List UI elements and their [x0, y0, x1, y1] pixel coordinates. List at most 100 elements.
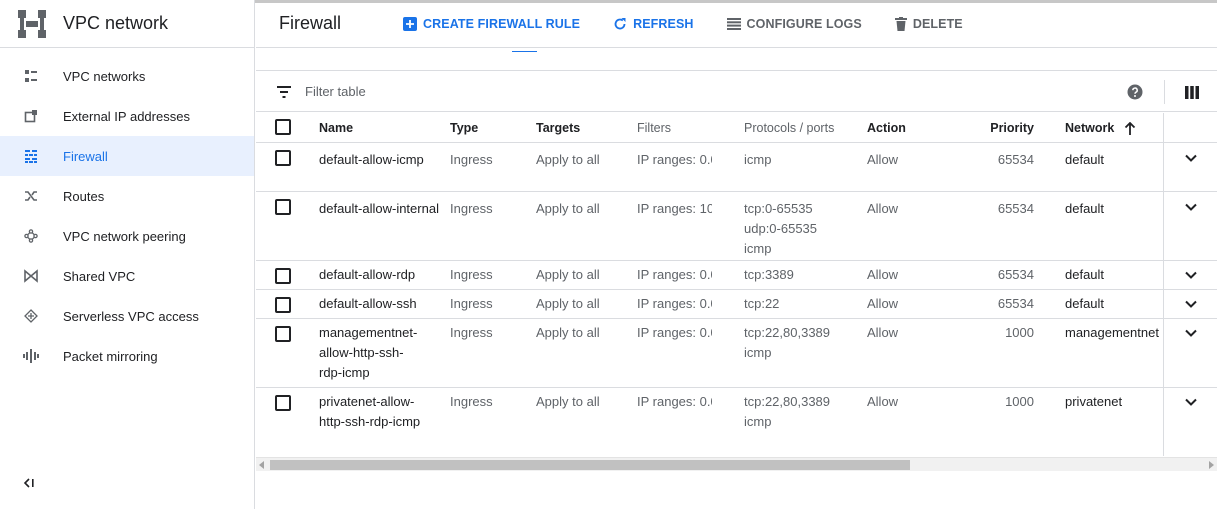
rule-targets: Apply to all: [536, 201, 600, 216]
external-ip-icon: [22, 107, 40, 125]
trash-icon: [894, 16, 907, 31]
rule-type: Ingress: [450, 201, 493, 216]
column-display-options-icon[interactable]: [1185, 86, 1199, 99]
sidebar-item-label: Serverless VPC access: [63, 308, 199, 324]
sort-ascending-icon: [1124, 122, 1135, 136]
routes-icon: [22, 187, 40, 205]
rule-network: default: [1065, 296, 1105, 311]
sidebar-item-shared-vpc[interactable]: Shared VPC: [0, 256, 254, 296]
expand-row-icon[interactable]: [1184, 326, 1198, 340]
sidebar-item-vpc-peering[interactable]: VPC network peering: [0, 216, 254, 256]
row-checkbox[interactable]: [275, 199, 291, 215]
column-header-action[interactable]: Action: [867, 113, 906, 138]
rule-action: Allow: [867, 394, 899, 409]
rule-action: Allow: [867, 201, 899, 216]
add-box-icon: [403, 16, 417, 31]
rule-name: default-allow-icmp: [319, 152, 424, 167]
row-checkbox[interactable]: [275, 150, 291, 166]
scrollbar-thumb[interactable]: [270, 460, 910, 470]
sidebar-item-label: VPC network peering: [63, 228, 186, 244]
expand-row-icon[interactable]: [1184, 268, 1198, 282]
filter-icon[interactable]: [276, 84, 292, 100]
row-checkbox[interactable]: [275, 268, 291, 284]
vpc-networks-icon: [22, 67, 40, 85]
scrolled-info-text: [256, 48, 1217, 71]
table-row[interactable]: privatenet-allow-http-ssh-rdp-icmp Ingre…: [256, 388, 1217, 457]
table-row[interactable]: default-allow-icmp Ingress Apply to all …: [256, 143, 1217, 192]
rule-protocols: tcp:22,80,3389 icmp: [744, 325, 831, 360]
rule-protocols: tcp:22: [744, 296, 780, 311]
row-checkbox[interactable]: [275, 326, 291, 342]
rule-network: privatenet: [1065, 394, 1123, 409]
rule-targets: Apply to all: [536, 296, 600, 311]
rule-priority: 65534: [997, 152, 1034, 167]
row-checkbox[interactable]: [275, 297, 291, 313]
sidebar-item-vpc-networks[interactable]: VPC networks: [0, 56, 254, 96]
sidebar-nav: VPC networks External IP addresses Firew…: [0, 48, 254, 376]
sidebar-item-packet-mirroring[interactable]: Packet mirroring: [0, 336, 254, 376]
expand-row-icon[interactable]: [1184, 151, 1198, 165]
rule-targets: Apply to all: [536, 394, 600, 409]
rule-type: Ingress: [450, 325, 493, 340]
rule-filters: IP ranges: 0.0: [637, 296, 712, 311]
sidebar-item-external-ip[interactable]: External IP addresses: [0, 96, 254, 136]
rule-action: Allow: [867, 296, 899, 311]
expand-row-icon[interactable]: [1184, 395, 1198, 409]
page-header: Firewall CREATE FIREWALL RULE REFRESH CO…: [256, 0, 1217, 48]
help-icon[interactable]: [1127, 84, 1143, 100]
column-header-name[interactable]: Name: [319, 113, 444, 138]
rule-targets: Apply to all: [536, 267, 600, 282]
rule-type: Ingress: [450, 152, 493, 167]
row-checkbox-cell: [275, 268, 291, 284]
peering-icon: [22, 227, 40, 245]
shared-vpc-icon: [22, 267, 40, 285]
create-firewall-rule-button[interactable]: CREATE FIREWALL RULE: [403, 16, 581, 31]
column-header-protocols: Protocols / ports: [744, 121, 835, 135]
table-row[interactable]: default-allow-ssh Ingress Apply to all I…: [256, 290, 1217, 319]
rule-filters: IP ranges: 0.0: [637, 394, 712, 409]
collapse-sidebar-button[interactable]: [22, 476, 42, 496]
table-row[interactable]: managementnet-allow-http-ssh-rdp-icmp In…: [256, 319, 1217, 388]
column-header-network-cell[interactable]: Network: [1065, 113, 1136, 138]
row-checkbox-cell: [275, 297, 291, 313]
table-row[interactable]: default-allow-internal Ingress Apply to …: [256, 192, 1217, 261]
rule-network: default: [1065, 152, 1105, 167]
rule-action: Allow: [867, 152, 899, 167]
rule-name: managementnet-allow-http-ssh-rdp-icmp: [319, 325, 418, 380]
row-checkbox[interactable]: [275, 395, 291, 411]
select-all-checkbox[interactable]: [275, 119, 291, 135]
rule-filters: IP ranges: 0.0: [637, 267, 712, 282]
scroll-right-arrow-icon[interactable]: [1209, 461, 1214, 469]
horizontal-scrollbar[interactable]: [256, 457, 1217, 471]
sidebar-item-routes[interactable]: Routes: [0, 176, 254, 216]
rule-priority: 65534: [997, 267, 1034, 282]
filter-table-input[interactable]: [305, 84, 905, 99]
table-row[interactable]: default-allow-rdp Ingress Apply to all I…: [256, 261, 1217, 290]
row-checkbox-cell: [275, 150, 291, 166]
sidebar-item-firewall[interactable]: Firewall: [0, 136, 254, 176]
rule-name: default-allow-internal: [319, 201, 439, 216]
sidebar: VPC network VPC networks External IP add…: [0, 0, 255, 509]
delete-button[interactable]: DELETE: [894, 16, 963, 31]
sidebar-header: VPC network: [0, 0, 254, 48]
configure-logs-button[interactable]: CONFIGURE LOGS: [726, 17, 862, 31]
refresh-button[interactable]: REFRESH: [613, 17, 693, 31]
table-header-row: Name Type Targets Filters Protocols / po…: [256, 113, 1217, 143]
scroll-left-arrow-icon[interactable]: [259, 461, 264, 469]
sidebar-item-label: VPC networks: [63, 68, 146, 84]
column-header-type[interactable]: Type: [450, 113, 478, 138]
expand-row-icon[interactable]: [1184, 200, 1198, 214]
sidebar-item-serverless-vpc[interactable]: Serverless VPC access: [0, 296, 254, 336]
rule-filters: IP ranges: 10: [637, 201, 712, 216]
rule-filters: IP ranges: 0.0: [637, 325, 712, 340]
rule-name: privatenet-allow-http-ssh-rdp-icmp: [319, 394, 421, 429]
rule-priority: 1000: [1005, 325, 1034, 340]
rule-priority: 1000: [1005, 394, 1034, 409]
expand-row-icon[interactable]: [1184, 297, 1198, 311]
info-link-underline: [512, 51, 537, 52]
rule-protocols: icmp: [744, 152, 772, 167]
create-firewall-rule-label: CREATE FIREWALL RULE: [423, 16, 581, 31]
column-header-priority[interactable]: Priority: [956, 113, 1034, 138]
sidebar-item-label: Shared VPC: [63, 268, 136, 284]
column-header-targets[interactable]: Targets: [536, 113, 580, 138]
